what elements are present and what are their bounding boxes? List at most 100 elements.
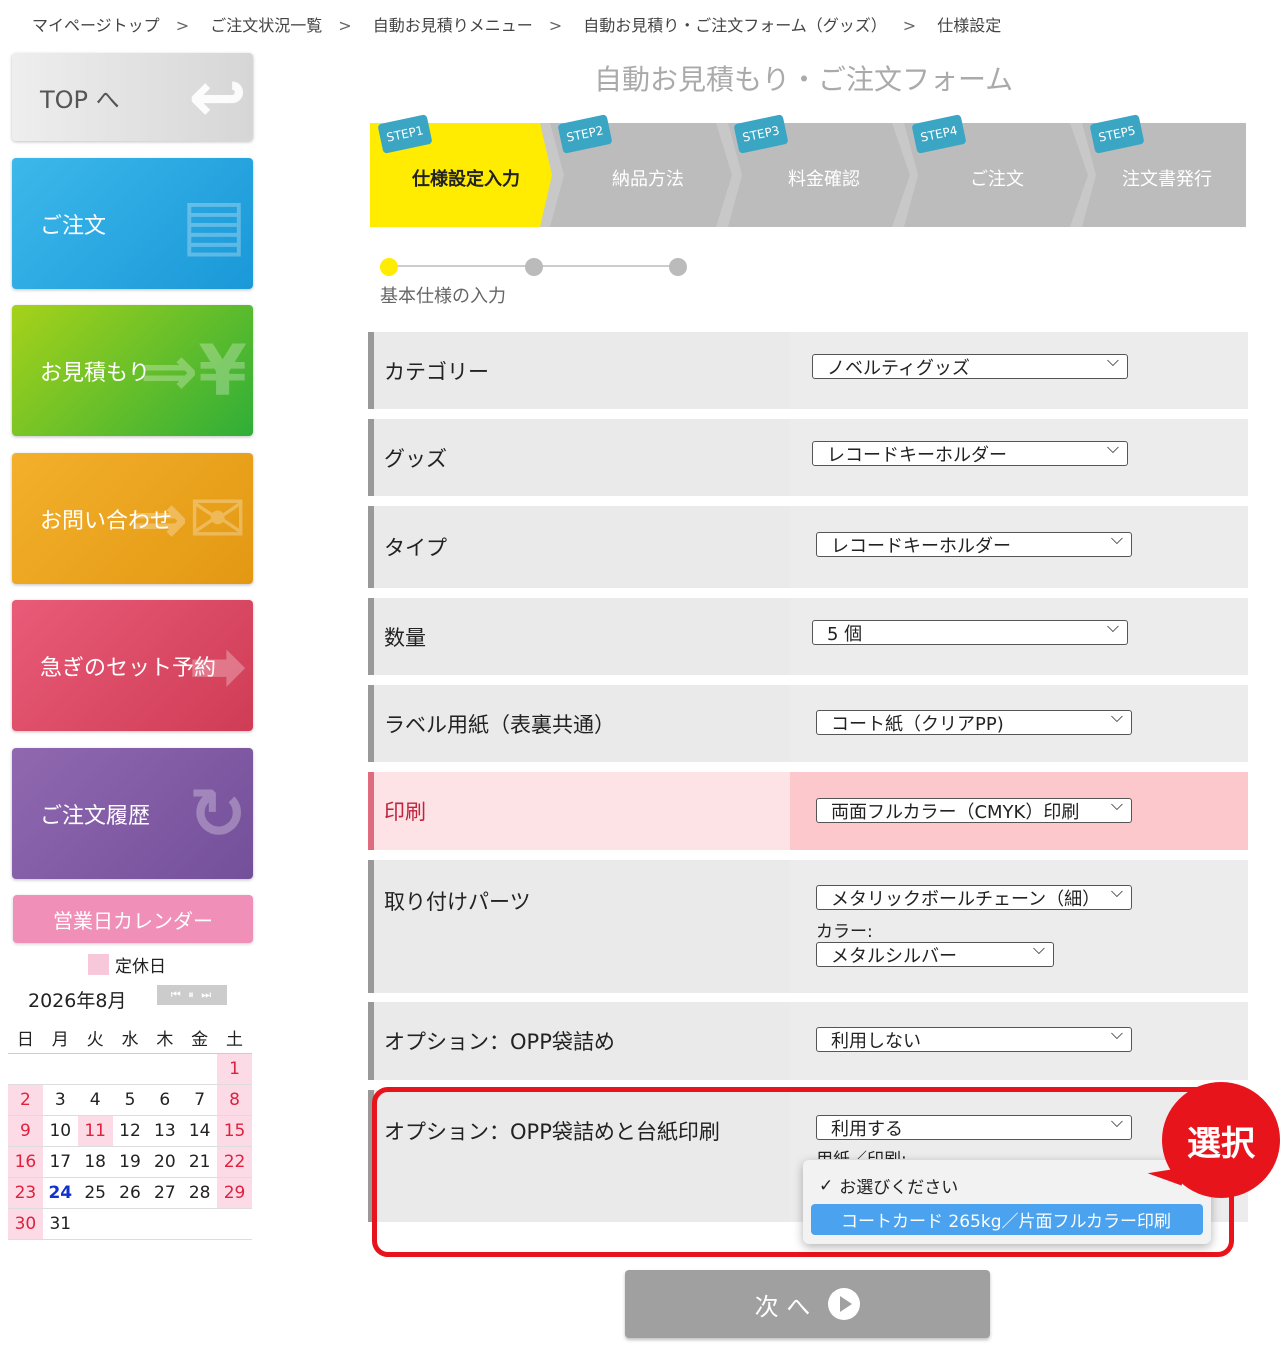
step-2: STEP2 納品方法 bbox=[557, 114, 720, 227]
step-3: STEP3 料金確認 bbox=[733, 114, 896, 227]
check-icon: ✓ bbox=[819, 1175, 834, 1196]
calendar-day: 29 bbox=[217, 1177, 252, 1209]
calendar-day bbox=[77, 1053, 113, 1085]
calendar-day: 30 bbox=[8, 1208, 43, 1240]
goods-select[interactable]: レコードキーホルダー bbox=[812, 438, 1128, 466]
substep-progress bbox=[380, 258, 690, 276]
calendar-day: 25 bbox=[77, 1177, 113, 1209]
calendar-day: 27 bbox=[147, 1177, 183, 1209]
calendar-day bbox=[77, 1208, 113, 1240]
color-select[interactable]: メタルシルバー bbox=[816, 939, 1054, 967]
progress-dot bbox=[669, 258, 687, 276]
row-quantity: 数量 5 個 bbox=[368, 598, 1248, 675]
yen-arrow-icon: ⇒¥ bbox=[139, 329, 247, 412]
business-calendar-button[interactable]: 営業日カレンダー bbox=[13, 895, 253, 943]
row-opp: オプション：OPP袋詰め 利用しない bbox=[368, 1002, 1248, 1080]
calendar-day: 19 bbox=[112, 1146, 148, 1178]
top-button[interactable]: ↩ TOP へ bbox=[12, 53, 253, 141]
dropdown-option-highlighted[interactable]: コートカード 265kg／片面フルカラー印刷 bbox=[811, 1204, 1203, 1235]
step-indicator: STEP1 仕様設定入力 STEP2 納品方法 STEP3 料金確認 STEP4 ご注文… bbox=[370, 114, 1246, 227]
calendar-month: 2026年8月 bbox=[28, 990, 127, 1012]
order-history-button[interactable]: ↻ ご注文履歴 bbox=[12, 748, 253, 879]
type-select[interactable]: レコードキーホルダー bbox=[816, 529, 1132, 557]
row-label: 印刷 bbox=[374, 772, 790, 850]
estimate-button[interactable]: ⇒¥ お見積もり bbox=[12, 305, 253, 436]
weekday-header: 火 bbox=[77, 1022, 113, 1054]
step-tag: STEP4 bbox=[911, 114, 967, 154]
category-select[interactable]: ノベルティグッズ bbox=[812, 351, 1128, 379]
row-parts: 取り付けパーツ メタリックボールチェーン（細） カラー: メタルシルバー bbox=[368, 860, 1248, 993]
breadcrumb-item[interactable]: 自動お見積り・ご注文フォーム（グッズ） bbox=[583, 16, 887, 35]
calendar-day bbox=[112, 1208, 148, 1240]
calendar-grid: 日月火水木金土 1 2 3 4 5 6 7 8 9 10 11 12 13 14 15 16 17 18 19 20 2… bbox=[8, 1022, 252, 1240]
step-tag: STEP5 bbox=[1089, 114, 1145, 154]
history-clock-icon: ↻ bbox=[188, 772, 247, 855]
next-button[interactable]: 次 へ bbox=[625, 1270, 990, 1338]
breadcrumb-current: 仕様設定 bbox=[937, 16, 1002, 35]
parts-select[interactable]: メタリックボールチェーン（細） bbox=[816, 882, 1132, 910]
print-select[interactable]: 両面フルカラー（CMYK）印刷 bbox=[816, 795, 1132, 823]
calendar-day: 28 bbox=[182, 1177, 218, 1209]
calendar-day: 10 bbox=[42, 1115, 78, 1147]
calendar-day: 24 bbox=[42, 1177, 78, 1209]
return-arrow-icon: ↩ bbox=[188, 56, 247, 138]
step-tag: STEP3 bbox=[733, 114, 789, 154]
calendar-day bbox=[112, 1053, 148, 1085]
breadcrumb: マイページトップ > ご注文状況一覧 > 自動お見積りメニュー > 自動お見積り・ご注… bbox=[32, 12, 1001, 36]
breadcrumb-item[interactable]: マイページトップ bbox=[32, 16, 160, 35]
row-label: オプション：OPP袋詰め bbox=[384, 1030, 615, 1054]
breadcrumb-item[interactable]: 自動お見積りメニュー bbox=[373, 16, 533, 35]
weekday-header: 水 bbox=[112, 1022, 148, 1054]
row-label: カテゴリー bbox=[384, 359, 489, 384]
step-name: 料金確認 bbox=[788, 169, 860, 190]
calendar-legend: 定休日 bbox=[88, 952, 166, 977]
step-tag: STEP2 bbox=[557, 114, 613, 154]
quantity-select[interactable]: 5 個 bbox=[812, 617, 1128, 645]
row-label: 数量 bbox=[384, 625, 426, 650]
holiday-swatch bbox=[88, 954, 109, 975]
calendar-day: 31 bbox=[42, 1208, 78, 1240]
order-button[interactable]: ▤ ご注文 bbox=[12, 158, 253, 289]
breadcrumb-separator: > bbox=[548, 16, 563, 35]
calendar-day: 13 bbox=[147, 1115, 183, 1147]
calendar-day: 22 bbox=[217, 1146, 252, 1178]
breadcrumb-separator: > bbox=[338, 16, 352, 35]
calendar-nav[interactable]: ⏮ ⏸ ⏭ bbox=[157, 985, 227, 1005]
row-goods: グッズ レコードキーホルダー bbox=[368, 419, 1248, 496]
calendar-day bbox=[147, 1053, 183, 1085]
legend-label: 定休日 bbox=[115, 957, 166, 977]
top-button-label: TOP へ bbox=[40, 85, 120, 114]
progress-dot bbox=[525, 258, 543, 276]
step-1: STEP1 仕様設定入力 bbox=[370, 114, 550, 227]
step-name: 納品方法 bbox=[612, 169, 684, 190]
inquiry-button[interactable]: ⇒✉ お問い合わせ bbox=[12, 453, 253, 584]
calendar-day bbox=[182, 1208, 218, 1240]
calendar-day: 17 bbox=[42, 1146, 78, 1178]
row-print: 印刷 両面フルカラー（CMYK）印刷 bbox=[368, 772, 1248, 850]
dropdown-option[interactable]: ✓ お選びください bbox=[811, 1170, 1203, 1201]
calendar-day: 20 bbox=[147, 1146, 183, 1178]
step-name: 仕様設定入力 bbox=[412, 169, 520, 190]
rush-button-label: 急ぎのセット予約 bbox=[40, 655, 217, 681]
calendar-day: 8 bbox=[217, 1084, 252, 1116]
calendar-day: 11 bbox=[77, 1115, 113, 1147]
opp-select[interactable]: 利用しない bbox=[816, 1024, 1132, 1052]
row-type: タイプ レコードキーホルダー bbox=[368, 506, 1248, 588]
weekday-header: 土 bbox=[217, 1022, 252, 1054]
order-button-label: ご注文 bbox=[40, 213, 107, 239]
label-paper-select[interactable]: コート紙（クリアPP) bbox=[816, 707, 1132, 735]
calendar-day bbox=[42, 1053, 78, 1085]
calendar-day: 5 bbox=[112, 1084, 148, 1116]
calendar-day: 6 bbox=[147, 1084, 183, 1116]
page-title: 自動お見積もり・ご注文フォーム bbox=[594, 63, 1014, 96]
breadcrumb-item[interactable]: ご注文状況一覧 bbox=[210, 16, 322, 35]
progress-dot-active bbox=[380, 258, 398, 276]
estimate-button-label: お見積もり bbox=[40, 360, 151, 386]
inquiry-button-label: お問い合わせ bbox=[40, 508, 173, 534]
step-name: ご注文 bbox=[970, 169, 1024, 190]
calendar-day: 12 bbox=[112, 1115, 148, 1147]
rush-reservation-button[interactable]: ➡ 急ぎのセット予約 bbox=[12, 600, 253, 731]
calendar-day: 21 bbox=[182, 1146, 218, 1178]
calendar-day: 1 bbox=[217, 1053, 252, 1085]
calendar-day: 14 bbox=[182, 1115, 218, 1147]
